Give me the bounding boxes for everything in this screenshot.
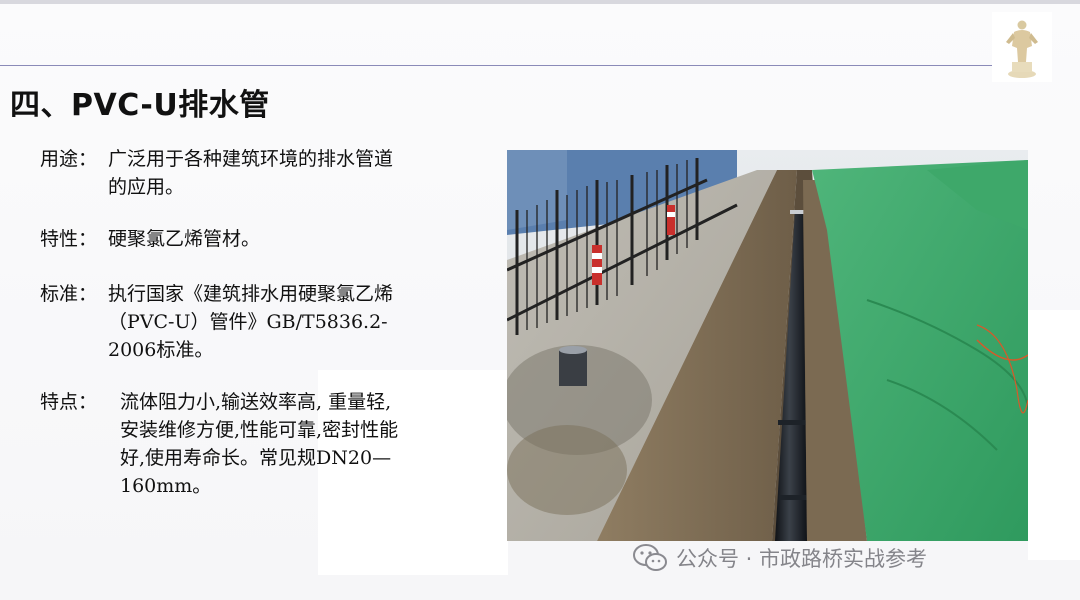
- item-label: 特性：: [40, 228, 98, 250]
- top-edge: [0, 0, 1080, 4]
- pipe-trench-photo: [507, 150, 1028, 541]
- background-patch: [1028, 310, 1080, 560]
- item-line: 流体阻力小,输送效率高, 重量轻,: [120, 391, 392, 413]
- header-divider: [0, 65, 1000, 66]
- statue-logo: [992, 12, 1052, 82]
- item-line: 硬聚氯乙烯管材。: [108, 228, 261, 250]
- item-label: 特点：: [40, 391, 98, 413]
- item-line: 广泛用于各种建筑环境的排水管道: [108, 148, 394, 170]
- item-line: 执行国家《建筑排水用硬聚氯乙烯: [108, 283, 394, 305]
- wechat-icon: [633, 544, 667, 571]
- item-label: 标准：: [40, 283, 98, 305]
- item-line: 安装维修方便,性能可靠,密封性能: [120, 419, 399, 441]
- item-line: 2006标准。: [108, 339, 214, 361]
- item-line: 160mm。: [120, 475, 212, 497]
- page-title: 四、PVC-U排水管: [10, 88, 270, 123]
- item-body: 执行国家《建筑排水用硬聚氯乙烯 （PVC-U）管件》GB/T5836.2- 20…: [108, 280, 468, 364]
- item-line: 的应用。: [108, 176, 185, 198]
- item-line: 好,使用寿命长。常见规DN20—: [120, 447, 392, 469]
- item-body: 流体阻力小,输送效率高, 重量轻, 安装维修方便,性能可靠,密封性能 好,使用寿…: [120, 388, 480, 500]
- item-body: 广泛用于各种建筑环境的排水管道 的应用。: [108, 145, 468, 201]
- watermark-text: 公众号 · 市政路桥实战参考: [676, 547, 928, 571]
- watermark: 公众号 · 市政路桥实战参考: [632, 540, 927, 576]
- item-label: 用途：: [40, 148, 98, 170]
- item-body: 硬聚氯乙烯管材。: [108, 225, 468, 253]
- item-line: （PVC-U）管件》GB/T5836.2-: [108, 311, 388, 333]
- slide: 四、PVC-U排水管 用途： 广泛用于各种建筑环境的排水管道 的应用。 特性： …: [0, 0, 1080, 600]
